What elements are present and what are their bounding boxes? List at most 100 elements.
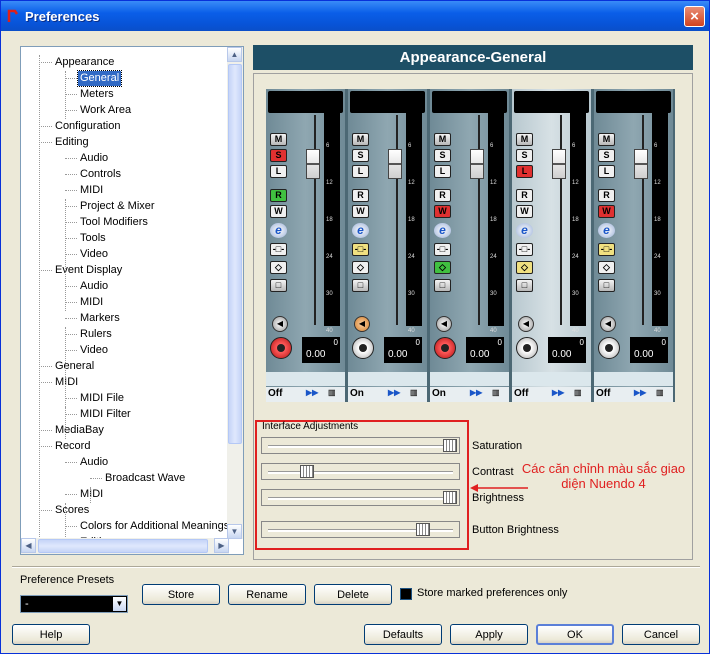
mute-button[interactable]: M	[270, 133, 287, 146]
store-marked-checkbox[interactable]	[400, 588, 412, 600]
inserts-icon[interactable]: -□-	[270, 243, 287, 256]
edit-channel-icon[interactable]: e	[434, 223, 451, 238]
vertical-scroll-thumb[interactable]	[228, 64, 242, 444]
tree-item[interactable]: MediaBay	[55, 423, 104, 438]
record-enable-button[interactable]	[598, 337, 620, 359]
record-enable-button[interactable]	[434, 337, 456, 359]
channel-state-label[interactable]: Off	[514, 388, 528, 399]
grid-icon[interactable]: ▥	[656, 388, 664, 397]
channel-state-label[interactable]: On	[432, 388, 446, 399]
inserts-icon[interactable]: -□-	[434, 243, 451, 256]
scroll-up-icon[interactable]: ▲	[227, 47, 242, 62]
mute-button[interactable]: M	[352, 133, 369, 146]
speaker-icon[interactable]: ◀	[354, 316, 370, 332]
channel-state-label[interactable]: Off	[268, 388, 282, 399]
tree-item[interactable]: Project & Mixer	[80, 199, 155, 214]
store-button[interactable]: Store	[142, 584, 220, 605]
sends-icon[interactable]: □	[352, 279, 369, 292]
defaults-button[interactable]: Defaults	[364, 624, 442, 645]
title-bar[interactable]: Preferences ×	[1, 1, 709, 31]
edit-channel-icon[interactable]: e	[516, 223, 533, 238]
write-automation-button[interactable]: W	[598, 205, 615, 218]
tree-item[interactable]: MIDI Filter	[80, 407, 131, 422]
volume-fader[interactable]	[470, 149, 484, 179]
listen-button[interactable]: L	[270, 165, 287, 178]
adjustment-slider[interactable]	[261, 521, 460, 538]
chevron-down-icon[interactable]: ▼	[113, 597, 126, 611]
forward-icon[interactable]: ▶▶	[634, 388, 646, 397]
eq-icon[interactable]: ◇	[434, 261, 451, 274]
read-automation-button[interactable]: R	[352, 189, 369, 202]
delete-button[interactable]: Delete	[314, 584, 392, 605]
speaker-icon[interactable]: ◀	[436, 316, 452, 332]
mute-button[interactable]: M	[434, 133, 451, 146]
tree-item[interactable]: Work Area	[80, 103, 131, 118]
volume-fader[interactable]	[634, 149, 648, 179]
edit-channel-icon[interactable]: e	[598, 223, 615, 238]
tree-item[interactable]: MIDI	[80, 295, 103, 310]
listen-button[interactable]: L	[598, 165, 615, 178]
tree-item[interactable]: Configuration	[55, 119, 120, 134]
write-automation-button[interactable]: W	[516, 205, 533, 218]
edit-channel-icon[interactable]: e	[270, 223, 287, 238]
tree-item[interactable]: MIDI	[80, 487, 103, 502]
write-automation-button[interactable]: W	[352, 205, 369, 218]
close-icon[interactable]: ×	[684, 6, 705, 27]
forward-icon[interactable]: ▶▶	[552, 388, 564, 397]
read-automation-button[interactable]: R	[598, 189, 615, 202]
solo-button[interactable]: S	[270, 149, 287, 162]
inserts-icon[interactable]: -□-	[598, 243, 615, 256]
adjustment-slider[interactable]	[261, 437, 460, 454]
listen-button[interactable]: L	[516, 165, 533, 178]
apply-button[interactable]: Apply	[450, 624, 528, 645]
horizontal-scroll-thumb[interactable]	[38, 539, 208, 553]
solo-button[interactable]: S	[434, 149, 451, 162]
sends-icon[interactable]: □	[598, 279, 615, 292]
read-automation-button[interactable]: R	[434, 189, 451, 202]
tree-item[interactable]: Audio	[80, 151, 108, 166]
tree-item[interactable]: Tools	[80, 231, 106, 246]
eq-icon[interactable]: ◇	[598, 261, 615, 274]
forward-icon[interactable]: ▶▶	[388, 388, 400, 397]
tree-item[interactable]: MIDI File	[80, 391, 124, 406]
channel-state-label[interactable]: Off	[596, 388, 610, 399]
read-automation-button[interactable]: R	[270, 189, 287, 202]
tree-item[interactable]: Record	[55, 439, 90, 454]
eq-icon[interactable]: ◇	[270, 261, 287, 274]
speaker-icon[interactable]: ◀	[518, 316, 534, 332]
read-automation-button[interactable]: R	[516, 189, 533, 202]
edit-channel-icon[interactable]: e	[352, 223, 369, 238]
grid-icon[interactable]: ▥	[574, 388, 582, 397]
preset-select[interactable]: - ▼	[20, 595, 128, 613]
solo-button[interactable]: S	[516, 149, 533, 162]
tree-item[interactable]: Video	[80, 343, 108, 358]
tree-item[interactable]: Editing	[55, 135, 89, 150]
preferences-tree[interactable]: Appearance General Meters Work Area Configur…	[20, 46, 244, 555]
volume-fader[interactable]	[388, 149, 402, 179]
tree-item[interactable]: Tool Modifiers	[80, 215, 148, 230]
slider-thumb[interactable]	[300, 465, 314, 478]
tree-item[interactable]: Broadcast Wave	[105, 471, 185, 486]
sends-icon[interactable]: □	[434, 279, 451, 292]
tree-item[interactable]: General	[55, 359, 94, 374]
sends-icon[interactable]: □	[516, 279, 533, 292]
slider-thumb[interactable]	[443, 491, 457, 504]
volume-fader[interactable]	[552, 149, 566, 179]
grid-icon[interactable]: ▥	[492, 388, 500, 397]
tree-item[interactable]: Appearance	[55, 55, 114, 70]
write-automation-button[interactable]: W	[434, 205, 451, 218]
slider-thumb[interactable]	[443, 439, 457, 452]
tree-item[interactable]: Controls	[80, 167, 121, 182]
tree-item[interactable]: Markers	[80, 311, 120, 326]
record-enable-button[interactable]	[352, 337, 374, 359]
tree-item[interactable]: General	[76, 70, 123, 87]
mute-button[interactable]: M	[598, 133, 615, 146]
tree-item[interactable]: Meters	[80, 87, 114, 102]
inserts-icon[interactable]: -□-	[352, 243, 369, 256]
scroll-left-icon[interactable]: ◀	[21, 538, 36, 553]
solo-button[interactable]: S	[598, 149, 615, 162]
tree-item[interactable]: Rulers	[80, 327, 112, 342]
speaker-icon[interactable]: ◀	[600, 316, 616, 332]
slider-thumb[interactable]	[416, 523, 430, 536]
channel-state-label[interactable]: On	[350, 388, 364, 399]
